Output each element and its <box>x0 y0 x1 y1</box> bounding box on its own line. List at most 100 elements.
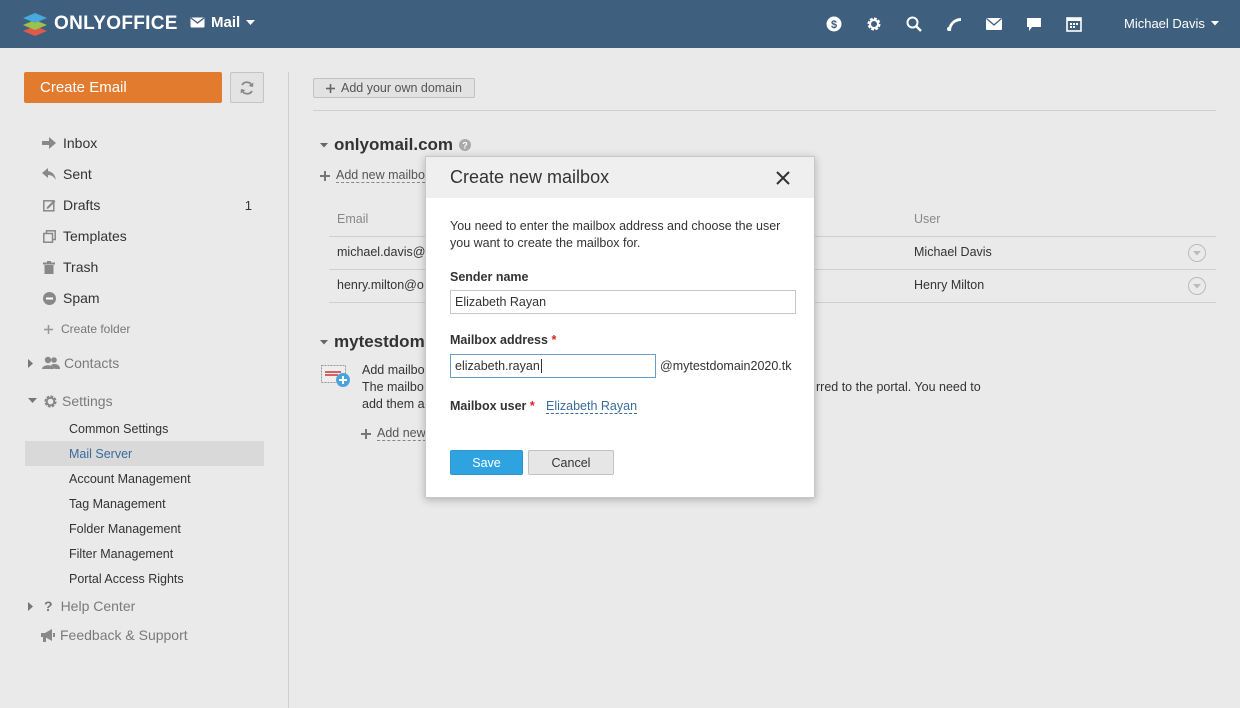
settings-account-management[interactable]: Account Management <box>25 466 264 491</box>
dialog-header: Create new mailbox <box>426 157 814 198</box>
cancel-button[interactable]: Cancel <box>528 450 614 475</box>
plus-icon <box>320 170 330 181</box>
folder-templates[interactable]: Templates <box>42 226 252 246</box>
mailbox-domain-suffix: @mytestdomain2020.tk <box>660 359 792 373</box>
domain-header-mytestdomain[interactable]: mytestdom <box>320 332 425 352</box>
settings-filter-management[interactable]: Filter Management <box>25 541 264 566</box>
create-folder-label: Create folder <box>61 322 131 336</box>
settings-mail-server[interactable]: Mail Server <box>25 441 264 466</box>
required-marker: * <box>529 399 535 413</box>
chevron-right-icon <box>28 601 33 611</box>
mailbox-user-selector[interactable]: Elizabeth Rayan <box>546 399 638 414</box>
add-domain-label: Add your own domain <box>341 81 462 95</box>
copy-icon <box>42 229 56 243</box>
help-center-section[interactable]: ? Help Center <box>28 596 135 616</box>
chevron-right-icon <box>28 358 33 368</box>
unread-count: 1 <box>244 197 252 213</box>
module-label: Mail <box>211 14 241 31</box>
settings-label: Settings <box>62 393 113 409</box>
create-mailbox-dialog: Create new mailbox You need to enter the… <box>425 156 815 498</box>
mailbox-address-input[interactable]: elizabeth.rayan <box>450 354 656 378</box>
block-icon <box>42 291 56 305</box>
folder-label: Templates <box>63 228 127 244</box>
chevron-down-icon <box>1193 250 1201 255</box>
contacts-icon <box>42 356 60 369</box>
settings-tag-management[interactable]: Tag Management <box>25 491 264 516</box>
col-user-header: User <box>914 212 941 226</box>
folder-inbox[interactable]: Inbox <box>42 133 252 153</box>
row-user: Henry Milton <box>914 278 985 292</box>
reply-icon <box>42 168 56 180</box>
domain-name: mytestdom <box>334 332 425 351</box>
svg-text:?: ? <box>462 141 468 151</box>
contacts-section[interactable]: Contacts <box>28 353 119 373</box>
folder-label: Trash <box>63 259 99 275</box>
folder-label: Sent <box>63 166 92 182</box>
plus-icon <box>44 324 53 334</box>
mailbox-help-line3: add them a <box>362 397 425 411</box>
svg-text:$: $ <box>831 19 837 31</box>
mailbox-address-label: Mailbox address * <box>450 333 556 347</box>
megaphone-icon <box>41 628 55 642</box>
chevron-down-icon <box>1210 21 1219 26</box>
chat-icon[interactable] <box>1024 14 1044 34</box>
refresh-button[interactable] <box>230 72 264 103</box>
add-mailbox-link[interactable]: Add new mailbo <box>320 168 425 183</box>
logo-text: ONLYOFFICE <box>54 13 178 34</box>
calendar-icon[interactable] <box>1064 14 1084 34</box>
row-menu-button[interactable] <box>1188 244 1206 262</box>
folder-label: Inbox <box>63 135 98 151</box>
question-icon: ? <box>44 598 53 614</box>
sender-name-input[interactable]: Elizabeth Rayan <box>450 290 796 314</box>
add-new-label: Add new <box>377 426 426 441</box>
chevron-down-icon <box>320 339 328 344</box>
row-menu-button[interactable] <box>1188 277 1206 295</box>
inbox-arrow-icon <box>42 137 56 149</box>
row-email: henry.milton@o <box>337 278 424 292</box>
help-center-label: Help Center <box>60 598 136 614</box>
settings-folder-management[interactable]: Folder Management <box>25 516 264 541</box>
mail-module-icon <box>190 17 205 28</box>
payments-icon[interactable]: $ <box>824 14 844 34</box>
create-folder-link[interactable]: Create folder <box>44 322 130 336</box>
feed-icon[interactable] <box>944 14 964 34</box>
folder-sent[interactable]: Sent <box>42 164 252 184</box>
settings-section[interactable]: Settings <box>28 391 113 411</box>
dialog-title: Create new mailbox <box>450 167 610 187</box>
trash-icon <box>42 260 56 274</box>
gear-icon <box>44 394 57 408</box>
folder-trash[interactable]: Trash <box>42 257 252 277</box>
create-email-button[interactable]: Create Email <box>24 72 222 103</box>
mail-icon[interactable] <box>984 14 1004 34</box>
gear-icon[interactable] <box>864 14 884 34</box>
row-user: Michael Davis <box>914 245 992 259</box>
folder-label: Drafts <box>63 197 101 213</box>
col-email-header: Email <box>337 212 369 226</box>
settings-common[interactable]: Common Settings <box>25 416 264 441</box>
add-mailbox-label: Add new mailbo <box>336 168 425 183</box>
onlyoffice-logo[interactable]: ONLYOFFICE <box>22 11 178 37</box>
sender-name-label: Sender name <box>450 270 529 284</box>
folder-spam[interactable]: Spam <box>42 288 252 308</box>
dialog-description: You need to enter the mailbox address an… <box>450 219 781 250</box>
module-switcher[interactable]: Mail <box>190 14 256 31</box>
chevron-down-icon <box>320 142 328 147</box>
add-new-mailbox-link[interactable]: Add new <box>361 426 426 441</box>
close-icon[interactable] <box>774 169 792 187</box>
settings-portal-access-rights[interactable]: Portal Access Rights <box>25 566 264 591</box>
refresh-icon <box>240 80 254 95</box>
domain-name: onlyomail.com <box>334 135 454 154</box>
domain-header-onlyomail[interactable]: onlyomail.com ? <box>320 135 472 155</box>
mailbox-add-icon <box>321 365 350 387</box>
chevron-down-icon <box>28 398 37 403</box>
row-email: michael.davis@c <box>337 245 432 259</box>
feedback-section[interactable]: Feedback & Support <box>28 625 188 645</box>
search-icon[interactable] <box>904 14 924 34</box>
folder-drafts[interactable]: Drafts 1 <box>42 195 252 215</box>
folder-label: Spam <box>63 290 100 306</box>
plus-icon <box>326 83 335 93</box>
help-icon[interactable]: ? <box>459 139 472 151</box>
user-menu[interactable]: Michael Davis <box>1124 16 1219 31</box>
add-domain-button[interactable]: Add your own domain <box>313 78 475 98</box>
save-button[interactable]: Save <box>450 450 523 475</box>
